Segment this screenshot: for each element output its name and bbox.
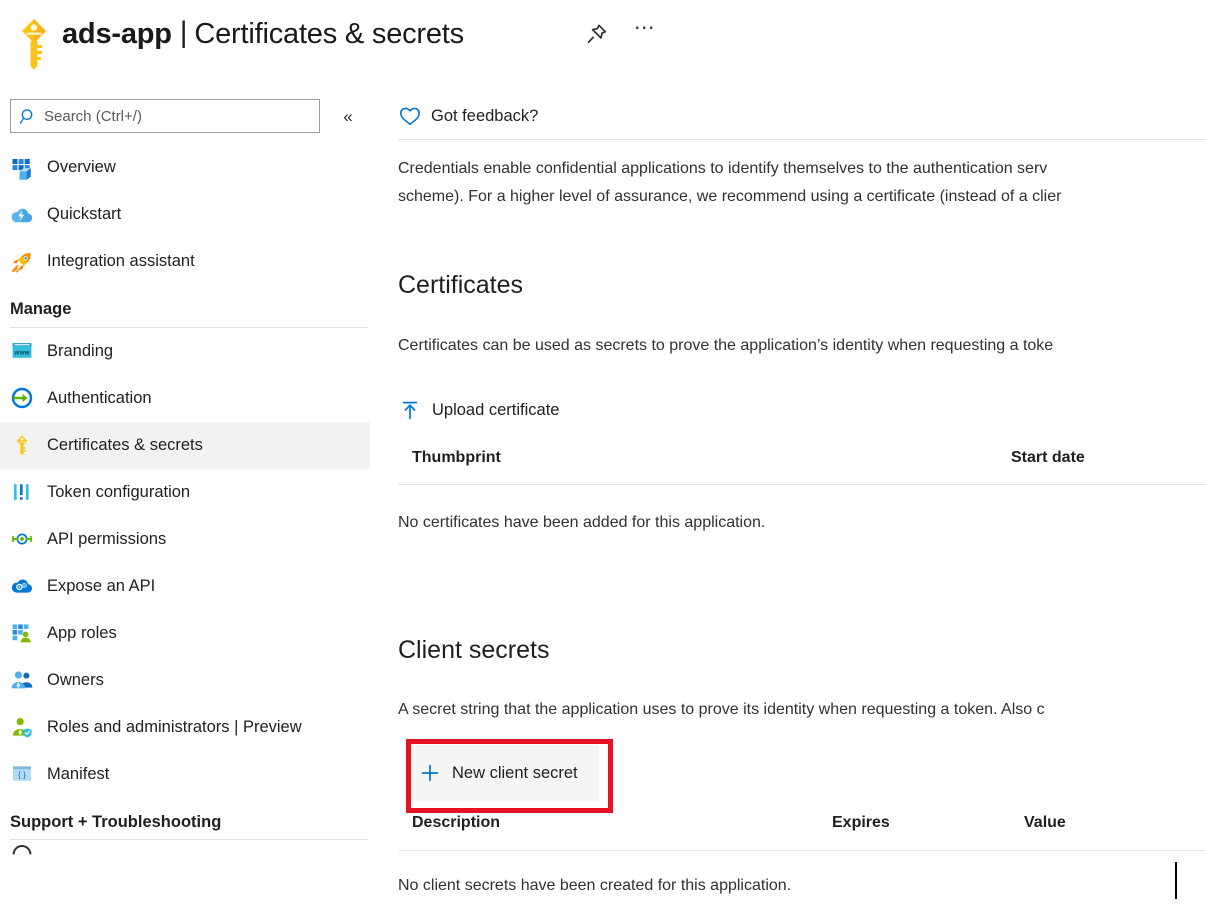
search-icon — [19, 107, 38, 126]
sidebar-item-manifest[interactable]: { } Manifest — [0, 751, 370, 798]
sidebar-group-title: Support + Troubleshooting — [10, 812, 222, 831]
sidebar-item-label: API permissions — [47, 529, 167, 548]
svg-text:www: www — [13, 350, 30, 357]
got-feedback-label: Got feedback? — [431, 106, 539, 125]
svg-text:{ }: { } — [18, 769, 26, 779]
pin-icon[interactable] — [583, 20, 611, 48]
sidebar-item-partial[interactable] — [0, 840, 370, 870]
sidebar-item-label: Owners — [47, 670, 104, 689]
sidebar-item-integration-assistant[interactable]: Integration assistant — [0, 238, 370, 285]
overview-grid-icon — [10, 156, 34, 180]
sidebar-item-authentication[interactable]: Authentication — [0, 375, 370, 422]
sidebar-search-row: Search (Ctrl+/) « — [0, 99, 386, 135]
sidebar-group-manage: Manage — [0, 285, 370, 328]
sidebar-group-support-troubleshooting: Support + Troubleshooting — [0, 798, 370, 840]
sidebar-nav: Overview Quickstart Integration assistan… — [0, 144, 386, 870]
page-title-separator: | — [179, 16, 188, 49]
column-header-description[interactable]: Description — [412, 815, 500, 831]
browser-www-icon: www — [10, 339, 34, 363]
grid-person-icon — [10, 621, 34, 645]
sidebar-item-label: Branding — [47, 341, 114, 360]
column-header-thumbprint[interactable]: Thumbprint — [412, 450, 501, 466]
sidebar-item-roles-and-administrators[interactable]: Roles and administrators | Preview — [0, 704, 370, 751]
certificates-description: Certificates can be used as secrets to p… — [398, 337, 1054, 354]
client-secrets-section-title: Client secrets — [398, 636, 550, 664]
troubleshoot-icon — [10, 843, 34, 867]
certificates-table-header: Thumbprint Start date — [398, 450, 1205, 484]
sidebar-item-label: Certificates & secrets — [47, 435, 203, 454]
collapse-sidebar-button[interactable]: « — [335, 105, 361, 129]
blade-header: ads-app | Certificates & secrets ⋯ — [0, 0, 1205, 88]
sidebar-item-label: Overview — [47, 158, 116, 177]
rocket-icon — [10, 250, 34, 274]
sidebar-item-certificates-and-secrets[interactable]: Certificates & secrets — [0, 421, 370, 469]
page-title-app-name: ads-app — [62, 17, 172, 50]
divider — [398, 850, 1205, 851]
upload-arrow-icon — [398, 398, 422, 422]
sidebar-item-api-permissions[interactable]: API permissions — [0, 516, 370, 563]
cloud-lightning-icon — [10, 203, 34, 227]
sidebar-item-owners[interactable]: Owners — [0, 657, 370, 704]
column-header-start-date[interactable]: Start date — [1011, 450, 1085, 466]
certificates-section-title: Certificates — [398, 271, 524, 299]
sidebar-item-label: Roles and administrators | Preview — [47, 717, 302, 736]
text-caret — [1175, 862, 1177, 899]
ellipsis-glyph: ⋯ — [633, 15, 657, 39]
sidebar-item-label: Manifest — [47, 764, 110, 783]
sidebar-item-expose-an-api[interactable]: Expose an API — [0, 563, 370, 610]
got-feedback-button[interactable]: Got feedback? — [398, 101, 538, 131]
key-icon — [12, 14, 56, 72]
main-content: Got feedback? Credentials enable confide… — [386, 88, 1205, 906]
chevron-double-left-icon: « — [343, 107, 353, 126]
ellipsis-icon[interactable]: ⋯ — [630, 15, 660, 46]
page-title: ads-app | Certificates & secrets — [62, 12, 464, 56]
plus-icon — [418, 761, 442, 785]
bars-token-icon — [10, 480, 34, 504]
credentials-intro-text: Credentials enable confidential applicat… — [398, 160, 1062, 205]
sidebar-item-token-configuration[interactable]: Token configuration — [0, 469, 370, 516]
two-people-icon — [10, 668, 34, 692]
page-title-section: Certificates & secrets — [194, 17, 464, 50]
divider — [398, 139, 1205, 140]
plug-connector-icon — [10, 527, 34, 551]
sidebar: Search (Ctrl+/) « Overview Quickstart In… — [0, 88, 386, 906]
sidebar-item-label: Quickstart — [47, 205, 122, 224]
sidebar-item-overview[interactable]: Overview — [0, 144, 370, 191]
azure-portal-blade: ads-app | Certificates & secrets ⋯ Searc… — [0, 0, 1205, 906]
search-placeholder: Search (Ctrl+/) — [44, 107, 142, 125]
arrow-in-circle-icon — [10, 386, 34, 410]
client-secrets-empty-message: No client secrets have been created for … — [398, 877, 792, 894]
sidebar-item-branding[interactable]: www Branding — [0, 328, 370, 375]
certificates-empty-message: No certificates have been added for this… — [398, 514, 766, 531]
key-icon — [10, 433, 34, 457]
divider — [398, 484, 1205, 485]
braces-document-icon: { } — [10, 762, 34, 786]
sidebar-item-label: App roles — [47, 623, 117, 642]
upload-certificate-button[interactable]: Upload certificate — [392, 392, 571, 428]
person-shield-icon — [10, 715, 34, 739]
sidebar-item-label: Integration assistant — [47, 252, 195, 271]
sidebar-group-title: Manage — [10, 300, 72, 318]
column-header-value[interactable]: Value — [1024, 815, 1066, 831]
cloud-gears-icon — [10, 574, 34, 598]
column-header-expires[interactable]: Expires — [832, 815, 890, 831]
sidebar-item-label: Authentication — [47, 388, 152, 407]
sidebar-item-label: Token configuration — [47, 482, 191, 501]
client-secrets-table-header: Description Expires Value — [398, 815, 1205, 849]
sidebar-item-quickstart[interactable]: Quickstart — [0, 191, 370, 238]
new-client-secret-button[interactable]: New client secret — [408, 745, 599, 801]
client-secrets-description: A secret string that the application use… — [398, 701, 1045, 718]
search-input[interactable]: Search (Ctrl+/) — [10, 99, 320, 133]
heart-icon — [398, 104, 422, 128]
sidebar-item-app-roles[interactable]: App roles — [0, 610, 370, 657]
upload-certificate-label: Upload certificate — [432, 400, 560, 419]
sidebar-item-label: Expose an API — [47, 576, 156, 595]
new-client-secret-label: New client secret — [452, 763, 578, 782]
